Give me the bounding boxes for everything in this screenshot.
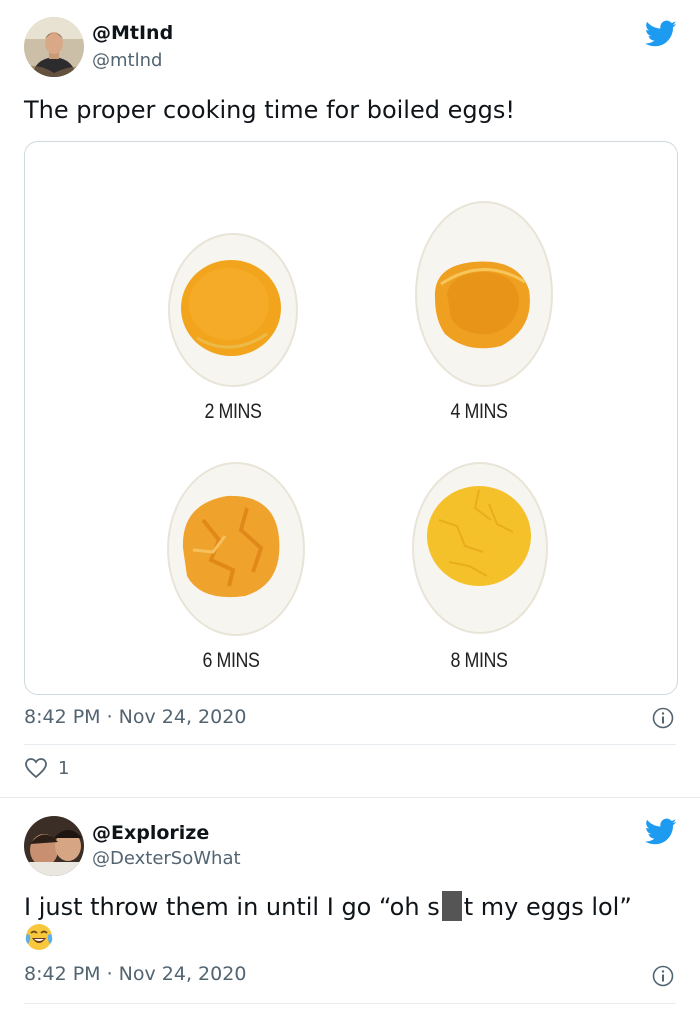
egg-8-mins-image [412,462,548,634]
egg-4-mins-image [415,201,553,387]
display-name[interactable]: @MtInd [92,22,173,44]
tweet-timestamp[interactable]: 8:42 PM · Nov 24, 2020 [24,963,246,985]
tweet-card[interactable]: @MtInd @mtlnd The proper cooking time fo… [0,0,700,797]
heart-icon [25,758,47,779]
divider [24,744,676,745]
egg-2-mins-image [168,233,298,387]
tweet-text-before: I just throw them in until I go “oh s [24,893,440,921]
twitter-bird-icon[interactable] [645,20,677,48]
user-handle[interactable]: @mtlnd [92,50,162,71]
avatar[interactable] [24,17,84,77]
censor-block [441,891,462,921]
info-icon[interactable] [652,965,674,987]
tweet-text-after: t my eggs lol” [463,893,632,921]
like-count: 1 [58,757,70,779]
twitter-bird-icon[interactable] [645,818,677,846]
tweet-text: The proper cooking time for boiled eggs! [24,96,515,124]
tweet-text: I just throw them in until I go “oh s t m… [24,890,676,924]
egg-6-mins-image [167,462,305,636]
egg-label: 4 MINS [450,400,508,423]
egg-label: 6 MINS [202,649,260,672]
divider [24,1003,676,1004]
display-name[interactable]: @Explorize [92,822,209,844]
tweet-image[interactable]: 2 MINS 4 MINS 6 MINS 8 MINS [24,141,678,695]
tweet-timestamp[interactable]: 8:42 PM · Nov 24, 2020 [24,706,246,728]
info-icon[interactable] [652,707,674,729]
tweet-card[interactable]: @Explorize @DexterSoWhat I just throw th… [0,797,700,1012]
avatar[interactable] [24,816,84,876]
user-handle[interactable]: @DexterSoWhat [92,848,241,869]
face-with-tears-of-joy-icon [25,924,53,950]
egg-label: 8 MINS [450,649,508,672]
egg-label: 2 MINS [204,400,262,423]
like-button[interactable]: 1 [24,757,69,779]
